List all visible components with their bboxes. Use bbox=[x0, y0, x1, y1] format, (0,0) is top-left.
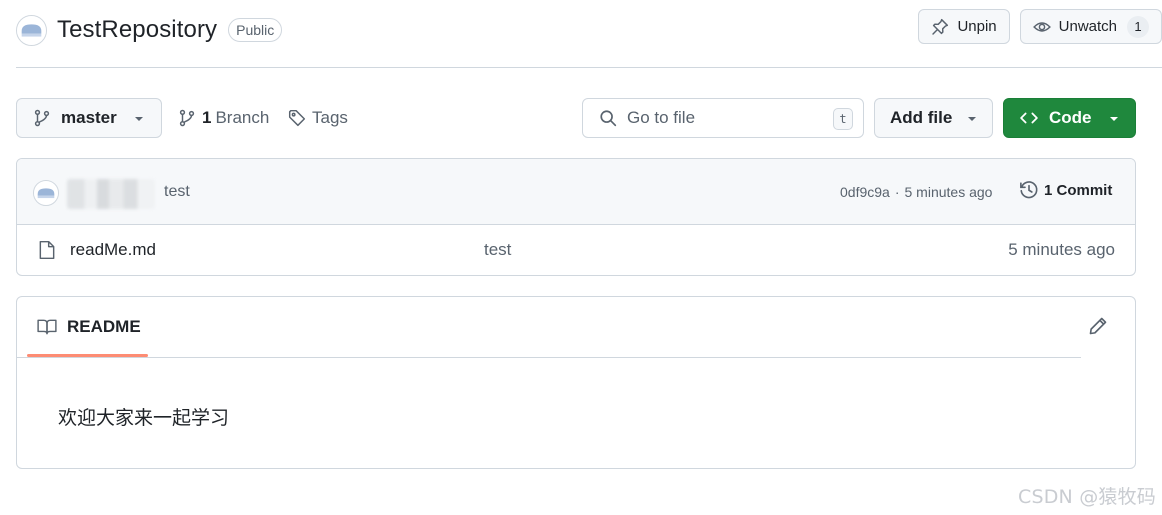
file-name[interactable]: readMe.md bbox=[70, 240, 156, 260]
committer-avatar[interactable] bbox=[33, 180, 59, 206]
readme-tab-label: README bbox=[67, 317, 141, 336]
readme-header: README bbox=[17, 297, 1135, 358]
keyboard-shortcut-hint: t bbox=[833, 108, 853, 130]
branch-selector-button[interactable]: master bbox=[16, 98, 162, 138]
unpin-button[interactable]: Unpin bbox=[918, 9, 1010, 44]
pin-icon bbox=[931, 18, 949, 36]
repo-toolbar: master 1 Branch Tags t bbox=[16, 98, 1136, 138]
chevron-down-icon bbox=[967, 115, 977, 123]
file-browser: test 0df9c9a · 5 minutes ago 1 Commit re… bbox=[16, 158, 1136, 276]
tags-label: Tags bbox=[312, 108, 348, 127]
branches-link[interactable]: 1 Branch bbox=[178, 98, 269, 138]
unwatch-label: Unwatch bbox=[1058, 18, 1117, 35]
branch-name: master bbox=[61, 108, 117, 127]
latest-commit-message[interactable]: test bbox=[164, 183, 190, 201]
add-file-button[interactable]: Add file bbox=[874, 98, 993, 138]
header-actions: Unpin Unwatch 1 bbox=[918, 9, 1162, 44]
readme-header-divider bbox=[17, 357, 1081, 358]
chevron-down-icon bbox=[134, 115, 144, 123]
eye-icon bbox=[1032, 18, 1051, 36]
add-file-label: Add file bbox=[890, 108, 953, 127]
meta-separator: · bbox=[894, 184, 900, 200]
git-branch-icon bbox=[178, 109, 196, 127]
visibility-badge: Public bbox=[228, 18, 283, 42]
code-icon bbox=[1019, 109, 1039, 127]
readme-panel: README 欢迎大家来一起学习 bbox=[16, 296, 1136, 469]
code-label: Code bbox=[1049, 108, 1092, 127]
tag-icon bbox=[288, 109, 306, 127]
watermark: CSDN @猿牧码 bbox=[1017, 486, 1156, 508]
watchers-counter: 1 bbox=[1127, 15, 1149, 38]
repo-name[interactable]: TestRepository bbox=[57, 16, 217, 44]
redacted-author-name bbox=[67, 179, 155, 209]
repo-header: TestRepository Public Unpin Unwatch 1 bbox=[16, 9, 1162, 50]
chevron-down-icon bbox=[1109, 115, 1119, 123]
file-icon bbox=[38, 240, 56, 260]
branches-count: 1 bbox=[202, 108, 212, 127]
tab-readme[interactable]: README bbox=[27, 297, 148, 357]
unwatch-button[interactable]: Unwatch 1 bbox=[1019, 9, 1162, 44]
tags-link[interactable]: Tags bbox=[282, 98, 348, 138]
code-button[interactable]: Code bbox=[1003, 98, 1136, 138]
go-to-file-search[interactable]: t bbox=[582, 98, 864, 138]
search-input[interactable] bbox=[627, 108, 817, 128]
search-icon bbox=[599, 109, 617, 127]
file-age: 5 minutes ago bbox=[1008, 240, 1115, 259]
commits-count-label: 1 Commit bbox=[1044, 181, 1113, 199]
book-icon bbox=[37, 318, 57, 336]
branches-label: Branch bbox=[215, 108, 270, 127]
history-icon bbox=[1019, 180, 1039, 200]
header-divider bbox=[16, 67, 1162, 68]
commits-history-link[interactable]: 1 Commit bbox=[1019, 180, 1112, 200]
readme-content: 欢迎大家来一起学习 bbox=[58, 408, 230, 429]
git-branch-icon bbox=[33, 109, 51, 127]
owner-avatar[interactable] bbox=[16, 14, 47, 46]
commit-sha[interactable]: 0df9c9a bbox=[840, 184, 890, 200]
commit-meta: 0df9c9a · 5 minutes ago bbox=[840, 184, 992, 200]
commit-age: 5 minutes ago bbox=[904, 184, 993, 200]
pencil-icon[interactable] bbox=[1088, 316, 1108, 336]
unpin-label: Unpin bbox=[957, 18, 997, 35]
latest-commit-row: test 0df9c9a · 5 minutes ago 1 Commit bbox=[17, 159, 1135, 225]
file-row[interactable]: readMe.md test 5 minutes ago bbox=[17, 225, 1135, 275]
file-commit-message[interactable]: test bbox=[484, 240, 511, 260]
